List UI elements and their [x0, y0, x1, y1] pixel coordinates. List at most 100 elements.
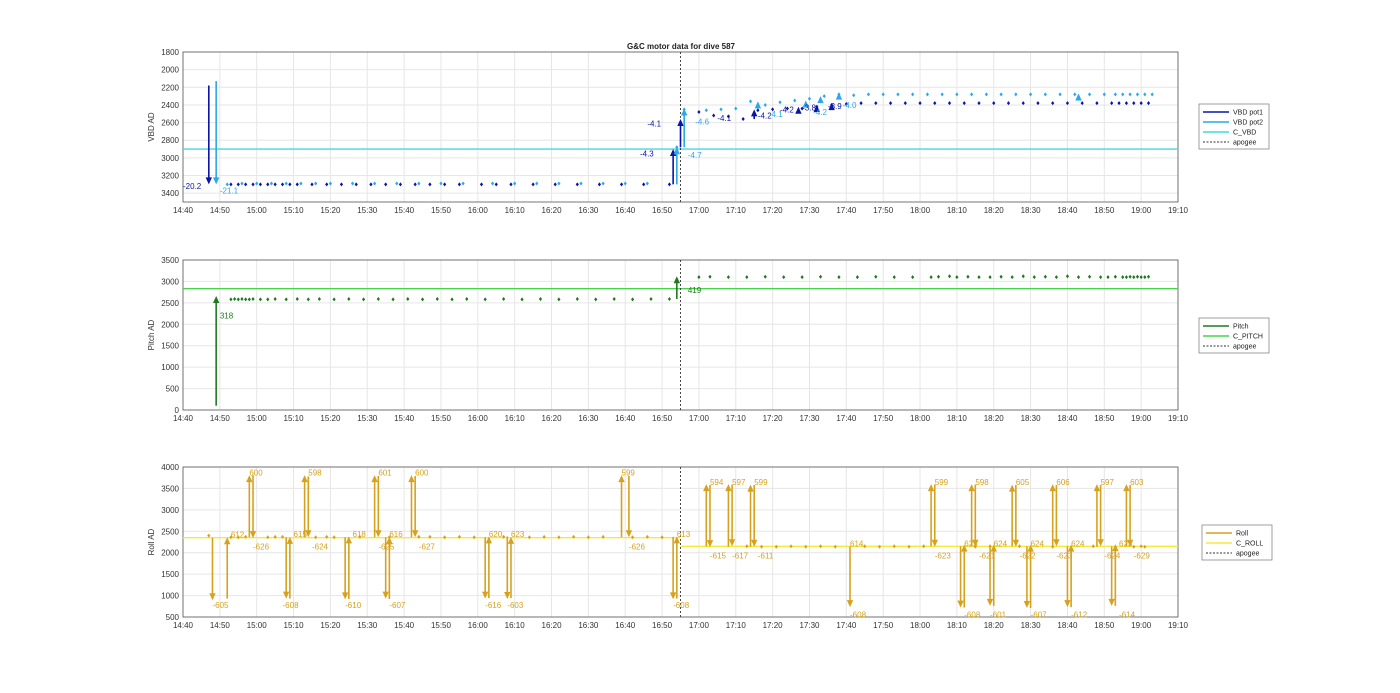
y-tick-label: 3500 — [161, 484, 179, 493]
plot-area — [183, 467, 1178, 617]
y-tick-label: 1800 — [161, 48, 179, 57]
data-label: -608 — [673, 601, 690, 610]
data-label: -626 — [629, 542, 646, 551]
data-label: -4.3 — [640, 149, 654, 158]
y-tick-label: 3400 — [161, 189, 179, 198]
x-tick-label: 16:40 — [615, 206, 636, 215]
x-tick-label: 15:10 — [284, 414, 305, 423]
data-label: 623 — [964, 539, 978, 548]
x-tick-label: 17:10 — [726, 621, 747, 630]
x-tick-label: 19:00 — [1131, 621, 1152, 630]
x-tick-label: 18:50 — [1094, 621, 1115, 630]
data-label: 605 — [1016, 478, 1030, 487]
legend-label: Roll — [1236, 531, 1249, 538]
data-label: -629 — [1134, 552, 1151, 561]
y-tick-label: 2500 — [161, 527, 179, 536]
x-tick-label: 17:00 — [689, 621, 710, 630]
x-tick-label: 15:00 — [247, 414, 268, 423]
data-label: -3.9 — [828, 102, 842, 111]
data-label: -4.7 — [688, 151, 702, 160]
x-tick-label: 15:20 — [320, 206, 341, 215]
data-label: 614 — [850, 539, 864, 548]
data-label: 603 — [1130, 478, 1144, 487]
x-tick-label: 18:10 — [947, 621, 968, 630]
data-label: 616 — [389, 530, 403, 539]
x-tick-label: 16:30 — [578, 414, 599, 423]
data-label: -607 — [1031, 610, 1048, 619]
y-axis-label: Pitch AD — [147, 319, 156, 350]
data-label: 599 — [754, 478, 768, 487]
y-axis-label: Roll AD — [147, 528, 156, 555]
data-label: -611 — [758, 552, 774, 561]
x-tick-label: 16:20 — [542, 206, 563, 215]
data-label: 613 — [677, 530, 691, 539]
data-label: -627 — [419, 542, 436, 551]
y-tick-label: 2200 — [161, 83, 179, 92]
y-tick-label: 1500 — [161, 570, 179, 579]
x-tick-label: 15:30 — [357, 206, 378, 215]
data-label: 624 — [1071, 539, 1085, 548]
data-label: 623 — [511, 530, 525, 539]
data-label: -20.2 — [183, 182, 202, 191]
data-label: 597 — [1101, 478, 1115, 487]
data-label: -612 — [1071, 610, 1088, 619]
x-tick-label: 17:40 — [836, 206, 857, 215]
x-tick-label: 17:20 — [763, 621, 784, 630]
plot-area — [183, 260, 1178, 410]
x-tick-label: 16:40 — [615, 621, 636, 630]
pitch-plot: 14:40 14:50 15:00 15:10 15:20 15:30 15:40 15:50… — [147, 256, 1270, 423]
x-tick-label: 18:30 — [1021, 621, 1042, 630]
x-tick-label: 18:50 — [1094, 414, 1115, 423]
data-label: -624 — [1104, 552, 1121, 561]
data-label: 612 — [231, 531, 245, 540]
y-tick-label: 2000 — [161, 66, 179, 75]
x-tick-label: 17:50 — [873, 206, 894, 215]
data-label: -614 — [1119, 610, 1136, 619]
data-label: -622 — [1020, 552, 1037, 561]
data-label: -624 — [312, 542, 329, 551]
x-tick-label: 18:50 — [1094, 206, 1115, 215]
x-tick-label: 18:00 — [910, 206, 931, 215]
x-tick-label: 16:10 — [505, 621, 526, 630]
x-tick-label: 16:20 — [542, 414, 563, 423]
x-tick-label: 18:20 — [984, 621, 1005, 630]
x-tick-label: 15:50 — [431, 621, 452, 630]
legend-label: VBD pot1 — [1233, 110, 1263, 117]
x-tick-label: 17:50 — [873, 621, 894, 630]
data-label: -603 — [507, 601, 524, 610]
x-tick-label: 14:50 — [210, 621, 231, 630]
x-tick-label: 18:20 — [984, 414, 1005, 423]
data-label: -605 — [212, 601, 229, 610]
y-tick-label: 500 — [166, 385, 180, 394]
data-label: -625 — [378, 542, 395, 551]
data-label: 598 — [308, 469, 322, 478]
data-label: -616 — [485, 601, 502, 610]
data-label: 419 — [688, 286, 702, 295]
legend-label: C_PITCH — [1233, 334, 1263, 341]
data-label: 597 — [732, 478, 746, 487]
data-label: -610 — [345, 601, 362, 610]
x-tick-label: 15:00 — [247, 206, 268, 215]
y-tick-label: 1000 — [161, 592, 179, 601]
data-label: 598 — [975, 478, 989, 487]
data-label: -626 — [253, 542, 270, 551]
data-label: 620 — [489, 530, 503, 539]
data-label: -608 — [964, 610, 981, 619]
data-label: -608 — [850, 610, 867, 619]
data-label: 594 — [710, 478, 724, 487]
x-tick-label: 15:20 — [320, 621, 341, 630]
data-label: -608 — [283, 601, 300, 610]
y-tick-label: 1500 — [161, 342, 179, 351]
y-tick-label: 2500 — [161, 299, 179, 308]
data-label: 599 — [622, 469, 636, 478]
data-label: -623 — [1056, 552, 1073, 561]
data-label: -607 — [389, 601, 406, 610]
x-tick-label: 15:20 — [320, 414, 341, 423]
x-tick-label: 15:10 — [284, 621, 305, 630]
y-tick-label: 2400 — [161, 101, 179, 110]
x-tick-label: 16:50 — [652, 206, 673, 215]
x-tick-label: 18:30 — [1021, 206, 1042, 215]
data-label: 618 — [353, 530, 367, 539]
x-tick-label: 14:40 — [173, 414, 194, 423]
x-tick-label: 17:50 — [873, 414, 894, 423]
